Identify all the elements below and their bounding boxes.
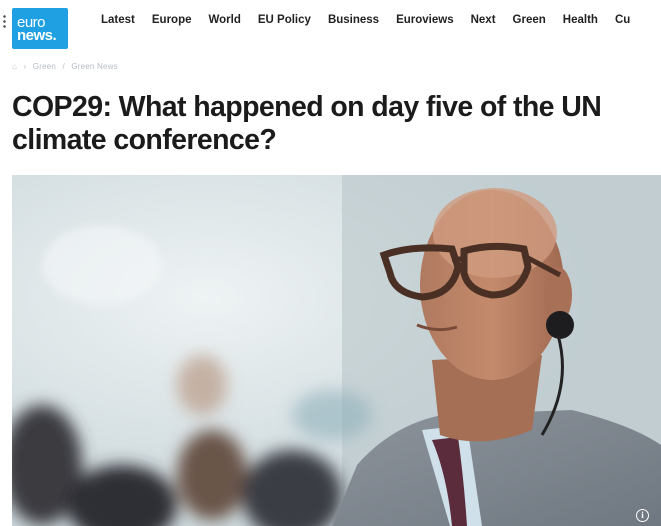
top-navigation-bar: euro news. Latest Europe World EU Policy… xyxy=(0,0,661,50)
breadcrumb-item-green[interactable]: Green xyxy=(33,62,56,71)
nav-item-business[interactable]: Business xyxy=(328,14,379,26)
nav-item-eu-policy[interactable]: EU Policy xyxy=(258,14,311,26)
logo-line-2: news. xyxy=(17,26,57,44)
info-icon[interactable]: i xyxy=(636,509,649,522)
nav-item-europe[interactable]: Europe xyxy=(152,14,192,26)
home-icon[interactable]: ⌂ xyxy=(12,62,17,71)
hero-photo-illustration xyxy=(12,175,661,526)
euronews-logo[interactable]: euro news. xyxy=(12,8,68,49)
nav-item-latest[interactable]: Latest xyxy=(101,14,135,26)
hero-image: i xyxy=(12,175,661,526)
breadcrumb-separator: / xyxy=(62,62,65,71)
main-nav: Latest Europe World EU Policy Business E… xyxy=(101,14,647,26)
breadcrumb: ⌂ › Green / Green News xyxy=(12,62,122,71)
nav-item-green[interactable]: Green xyxy=(513,14,546,26)
nav-item-euroviews[interactable]: Euroviews xyxy=(396,14,454,26)
nav-item-health[interactable]: Health xyxy=(563,14,598,26)
breadcrumb-item-green-news[interactable]: Green News xyxy=(71,62,117,71)
nav-item-culture[interactable]: Cu xyxy=(615,14,630,26)
nav-item-next[interactable]: Next xyxy=(471,14,496,26)
nav-item-world[interactable]: World xyxy=(209,14,241,26)
breadcrumb-separator: › xyxy=(23,62,27,71)
menu-dots-icon[interactable] xyxy=(3,14,6,28)
article-headline: COP29: What happened on day five of the … xyxy=(12,91,602,156)
